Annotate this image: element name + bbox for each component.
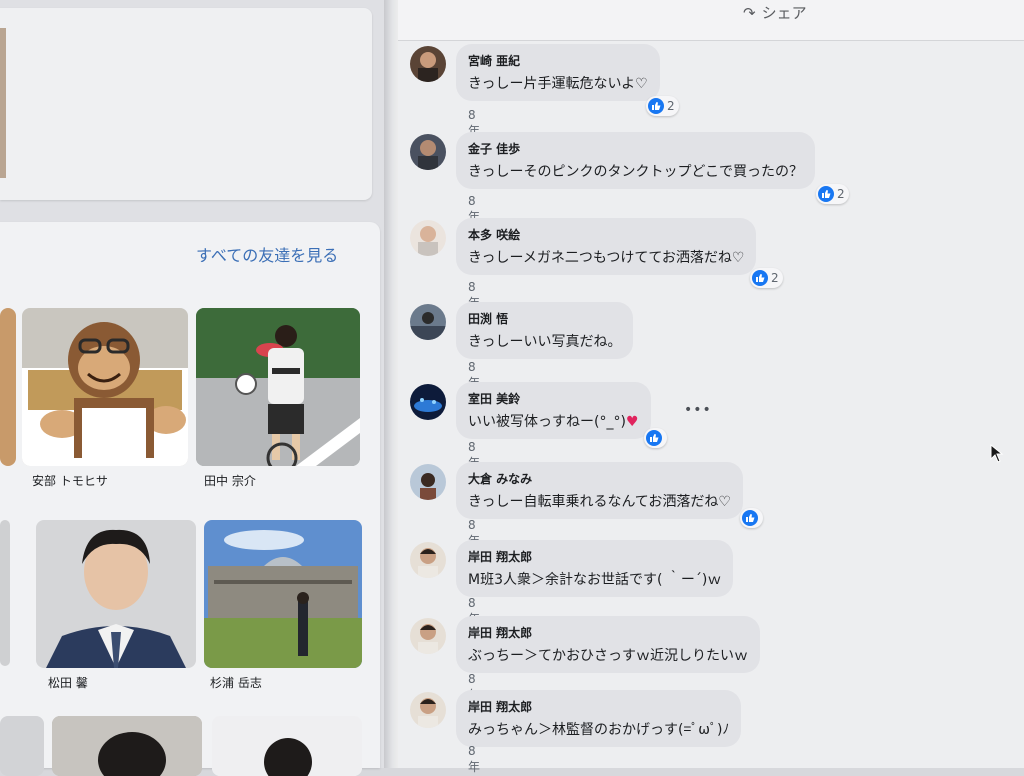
- like-reaction[interactable]: [644, 428, 667, 448]
- comment-text: きっしー片手運転危ないよ♡: [468, 76, 648, 92]
- like-reaction[interactable]: 2: [750, 268, 783, 288]
- post-action-bar: ↷ シェア: [398, 0, 1024, 41]
- comment-bubble: 金子 佳歩 きっしーそのピンクのタンクトップどこで買ったの？: [456, 132, 816, 189]
- friend-name[interactable]: 安部 トモヒサ: [32, 472, 108, 489]
- thumbs-up-icon: [742, 510, 758, 526]
- like-count: 2: [771, 271, 779, 285]
- like-count: 2: [837, 187, 845, 201]
- comment-bubble: 岸田 翔太郎 ぶっちー＞てかおひさっすｗ近況しりたいｗ: [456, 616, 760, 673]
- friend-card[interactable]: 杉浦 岳志: [204, 520, 362, 690]
- left-column: すべての友達を見る 安部 トモヒサ 田中 宗介 松田 馨 杉浦 岳志: [0, 0, 384, 776]
- comment-bubble: 岸田 翔太郎 みっちゃん＞林監督のおかげっす(=ﾟωﾟ)ﾉ: [456, 690, 742, 747]
- like-count: 2: [667, 99, 675, 113]
- share-button[interactable]: ↷ シェア: [743, 2, 807, 23]
- friend-tile-partial[interactable]: [212, 716, 362, 776]
- comment-text-body: いい被写体っすねー(°_°): [468, 414, 626, 430]
- thumbs-up-icon: [646, 430, 662, 446]
- friend-tile-partial[interactable]: [0, 716, 44, 776]
- comment-author[interactable]: 金子 佳歩: [468, 140, 803, 157]
- comment-author[interactable]: 岸田 翔太郎: [468, 698, 729, 715]
- comment-time[interactable]: 8年: [468, 744, 480, 775]
- comment-text: きっしーそのピンクのタンクトップどこで買ったの？: [468, 164, 804, 180]
- share-label: シェア: [761, 4, 807, 22]
- share-arrow-icon: ↷: [743, 4, 756, 22]
- friend-photo-partial: [212, 716, 362, 776]
- comment-bubble: 岸田 翔太郎 M班3人衆＞余計なお世話です( ｀ー´)ｗ: [456, 540, 734, 597]
- friend-tile-partial[interactable]: [0, 520, 10, 666]
- avatar[interactable]: [410, 692, 446, 728]
- thumbs-up-icon: [648, 98, 664, 114]
- suit-portrait-photo: [36, 520, 196, 668]
- avatar[interactable]: [410, 618, 446, 654]
- friend-card[interactable]: 田中 宗介: [196, 308, 360, 488]
- like-reaction[interactable]: 2: [816, 184, 849, 204]
- comment-author[interactable]: 田渕 悟: [468, 310, 621, 327]
- friend-tile-partial[interactable]: [0, 308, 16, 466]
- see-all-friends-link[interactable]: すべての友達を見る: [196, 242, 338, 266]
- thumbs-up-icon: [752, 270, 768, 286]
- photo-thumbnail-edge[interactable]: [0, 28, 6, 178]
- comment-bubble: 宮崎 亜紀 きっしー片手運転危ないよ♡: [456, 44, 660, 101]
- friend-photo-partial: [52, 716, 202, 776]
- thumbs-up-icon: [818, 186, 834, 202]
- friend-photo[interactable]: [22, 308, 188, 466]
- heart-emoji-icon: ♥: [625, 414, 639, 430]
- friend-photo[interactable]: [196, 308, 360, 466]
- photo-panel: [0, 8, 372, 200]
- comment-author[interactable]: 岸田 翔太郎: [468, 548, 721, 565]
- comments-panel: ↷ シェア 宮崎 亜紀 きっしー片手運転危ないよ♡ 8年 2 金子 佳歩 きっしー…: [398, 0, 1024, 774]
- friend-name[interactable]: 杉浦 岳志: [210, 674, 262, 691]
- mouse-cursor-icon: [990, 444, 1004, 463]
- comment-text: M班3人衆＞余計なお世話です( ｀ー´)ｗ: [468, 572, 722, 588]
- avatar[interactable]: [410, 46, 446, 82]
- friend-card[interactable]: 松田 馨: [36, 520, 196, 690]
- friend-name[interactable]: 田中 宗介: [204, 472, 256, 489]
- monkey-plush-photo: [22, 308, 188, 466]
- avatar[interactable]: [410, 220, 446, 256]
- friend-card[interactable]: 安部 トモヒサ: [22, 308, 188, 488]
- comment-text: いい被写体っすねー(°_°)♥: [468, 411, 639, 431]
- comment-bubble: 田渕 悟 きっしーいい写真だね。: [456, 302, 634, 359]
- comment-bubble: 室田 美鈴 いい被写体っすねー(°_°)♥: [456, 382, 651, 439]
- avatar[interactable]: [410, 304, 446, 340]
- comment-text: きっしーメガネ二つもつけててお洒落だね♡: [468, 250, 745, 266]
- comment-text: きっしー自転車乗れるなんてお洒落だね♡: [468, 494, 731, 510]
- comment-author[interactable]: 室田 美鈴: [468, 390, 639, 407]
- friend-photo[interactable]: [36, 520, 196, 668]
- comment-author[interactable]: 岸田 翔太郎: [468, 624, 748, 641]
- like-reaction[interactable]: [740, 508, 763, 528]
- like-reaction[interactable]: 2: [646, 96, 679, 116]
- comment-author[interactable]: 大倉 みなみ: [468, 470, 731, 487]
- more-options-button[interactable]: •••: [684, 402, 712, 418]
- reichstag-photo: [204, 520, 362, 668]
- comment-text: ぶっちー＞てかおひさっすｗ近況しりたいｗ: [468, 648, 748, 664]
- column-divider: [384, 0, 398, 768]
- cyclist-photo: [196, 308, 360, 466]
- avatar[interactable]: [410, 384, 446, 420]
- friend-tile-partial[interactable]: [52, 716, 202, 776]
- comment-text: きっしーいい写真だね。: [468, 334, 622, 350]
- friend-photo[interactable]: [204, 520, 362, 668]
- comment-author[interactable]: 本多 咲絵: [468, 226, 744, 243]
- comment-bubble: 大倉 みなみ きっしー自転車乗れるなんてお洒落だね♡: [456, 462, 743, 519]
- comment-text: みっちゃん＞林監督のおかげっす(=ﾟωﾟ)ﾉ: [468, 722, 730, 738]
- avatar[interactable]: [410, 542, 446, 578]
- avatar[interactable]: [410, 134, 446, 170]
- comment-author[interactable]: 宮崎 亜紀: [468, 52, 648, 69]
- friend-name[interactable]: 松田 馨: [48, 674, 88, 691]
- avatar[interactable]: [410, 464, 446, 500]
- comment-bubble: 本多 咲絵 きっしーメガネ二つもつけててお洒落だね♡: [456, 218, 757, 275]
